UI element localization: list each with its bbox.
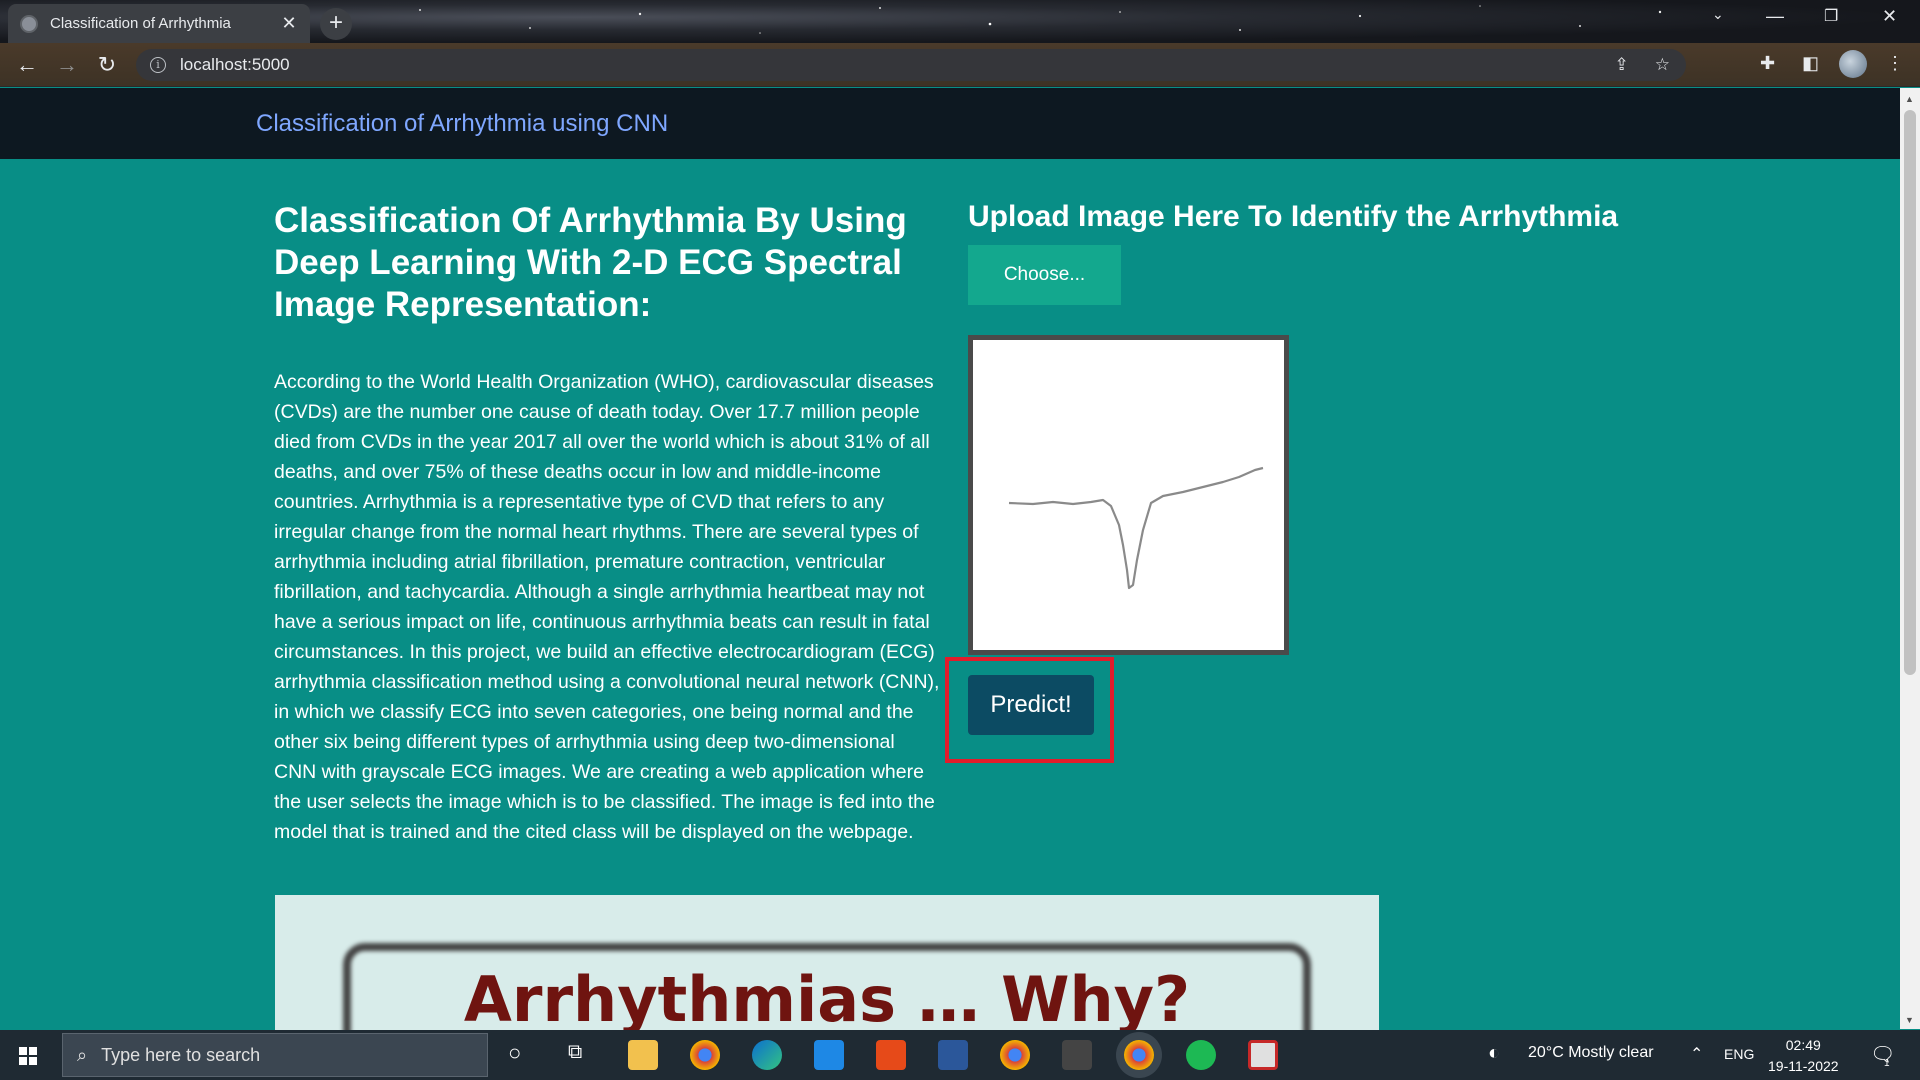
new-tab-button[interactable]: + bbox=[320, 8, 352, 40]
spotify-icon[interactable] bbox=[1186, 1040, 1216, 1070]
browser-toolbar: ← → ↻ i localhost:5000 ⇪ ☆ ✚ ◧ ⋮ bbox=[0, 43, 1920, 87]
bookmark-star-icon[interactable]: ☆ bbox=[1655, 55, 1670, 75]
side-panel-icon[interactable]: ◧ bbox=[1802, 53, 1819, 74]
chrome-active-icon[interactable] bbox=[1124, 1040, 1154, 1070]
url-text: localhost:5000 bbox=[180, 55, 290, 74]
language-indicator[interactable]: ENG bbox=[1724, 1046, 1754, 1062]
choose-file-button[interactable]: Choose... bbox=[968, 245, 1121, 305]
info-banner-image: Arrhythmias … Why? bbox=[275, 895, 1379, 1030]
windows-taskbar: ⌕ Type here to search ○ ⧉ ◐ 20°C Mostly … bbox=[0, 1030, 1920, 1080]
weather-text[interactable]: 20°C Mostly clear bbox=[1528, 1044, 1654, 1062]
close-window-icon[interactable]: ✕ bbox=[1882, 6, 1897, 27]
address-bar[interactable]: i localhost:5000 ⇪ ☆ bbox=[136, 49, 1686, 81]
task-view-icon[interactable]: ⧉ bbox=[568, 1041, 582, 1064]
weather-icon[interactable]: ◐ bbox=[1488, 1042, 1500, 1065]
notification-icon[interactable]: 🗨 bbox=[1870, 1042, 1895, 1067]
system-clock[interactable]: 02:49 19-11-2022 bbox=[1768, 1035, 1839, 1077]
browser-tab-strip: Classification of Arrhythmia ✕ + ⌄ — ❐ ✕ bbox=[0, 0, 1920, 43]
scroll-down-icon[interactable]: ▼ bbox=[1905, 1015, 1914, 1025]
clock-date: 19-11-2022 bbox=[1768, 1058, 1839, 1074]
terminal-icon[interactable] bbox=[1062, 1040, 1092, 1070]
ecg-waveform-image bbox=[1008, 466, 1264, 590]
predict-button[interactable]: Predict! bbox=[968, 675, 1094, 735]
share-icon[interactable]: ⇪ bbox=[1615, 55, 1629, 75]
minimize-icon[interactable]: — bbox=[1766, 6, 1784, 27]
chrome-profile-icon[interactable] bbox=[1000, 1040, 1030, 1070]
intro-paragraph: According to the World Health Organizati… bbox=[274, 371, 940, 843]
tab-title: Classification of Arrhythmia bbox=[50, 15, 231, 32]
chevron-up-icon[interactable]: ⌃ bbox=[1690, 1044, 1703, 1064]
banner-text: Arrhythmias … Why? bbox=[463, 963, 1191, 1030]
notification-count: 1 bbox=[1884, 1058, 1890, 1069]
scrollbar-thumb[interactable] bbox=[1904, 110, 1916, 675]
taskbar-search-box[interactable]: ⌕ Type here to search bbox=[62, 1033, 488, 1077]
back-icon[interactable]: ← bbox=[14, 52, 40, 78]
word-icon[interactable] bbox=[938, 1040, 968, 1070]
tab-search-icon[interactable]: ⌄ bbox=[1712, 6, 1724, 23]
chrome-icon[interactable] bbox=[690, 1040, 720, 1070]
page-scrollbar[interactable]: ▲ ▼ bbox=[1900, 88, 1920, 1029]
cortana-icon[interactable]: ○ bbox=[508, 1040, 521, 1066]
edge-icon[interactable] bbox=[752, 1040, 782, 1070]
page-heading: Classification Of Arrhythmia By Using De… bbox=[274, 201, 907, 324]
store-icon[interactable] bbox=[814, 1040, 844, 1070]
active-tab[interactable]: Classification of Arrhythmia ✕ bbox=[8, 4, 310, 43]
restore-icon[interactable]: ❐ bbox=[1824, 6, 1838, 26]
clock-time: 02:49 bbox=[1785, 1037, 1821, 1053]
uploaded-image-preview bbox=[968, 335, 1289, 655]
extensions-icon[interactable]: ✚ bbox=[1760, 53, 1775, 74]
menu-icon[interactable]: ⋮ bbox=[1886, 53, 1904, 74]
taskbar-search-placeholder: Type here to search bbox=[101, 1044, 261, 1065]
profile-avatar[interactable] bbox=[1839, 50, 1867, 78]
scroll-up-icon[interactable]: ▲ bbox=[1905, 94, 1914, 104]
office-icon[interactable] bbox=[876, 1040, 906, 1070]
upload-title: Upload Image Here To Identify the Arrhyt… bbox=[968, 200, 1619, 233]
forward-icon[interactable]: → bbox=[54, 52, 80, 78]
app-icon[interactable] bbox=[1248, 1040, 1278, 1070]
close-tab-icon[interactable]: ✕ bbox=[280, 13, 298, 34]
globe-icon bbox=[20, 14, 38, 33]
file-explorer-icon[interactable] bbox=[628, 1040, 658, 1070]
search-icon: ⌕ bbox=[77, 1044, 88, 1065]
windows-start-icon[interactable] bbox=[19, 1047, 37, 1065]
site-navbar: Classification of Arrhythmia using CNN bbox=[0, 88, 1900, 159]
site-brand[interactable]: Classification of Arrhythmia using CNN bbox=[256, 110, 668, 138]
reload-icon[interactable]: ↻ bbox=[94, 52, 120, 78]
info-icon[interactable]: i bbox=[150, 57, 166, 73]
